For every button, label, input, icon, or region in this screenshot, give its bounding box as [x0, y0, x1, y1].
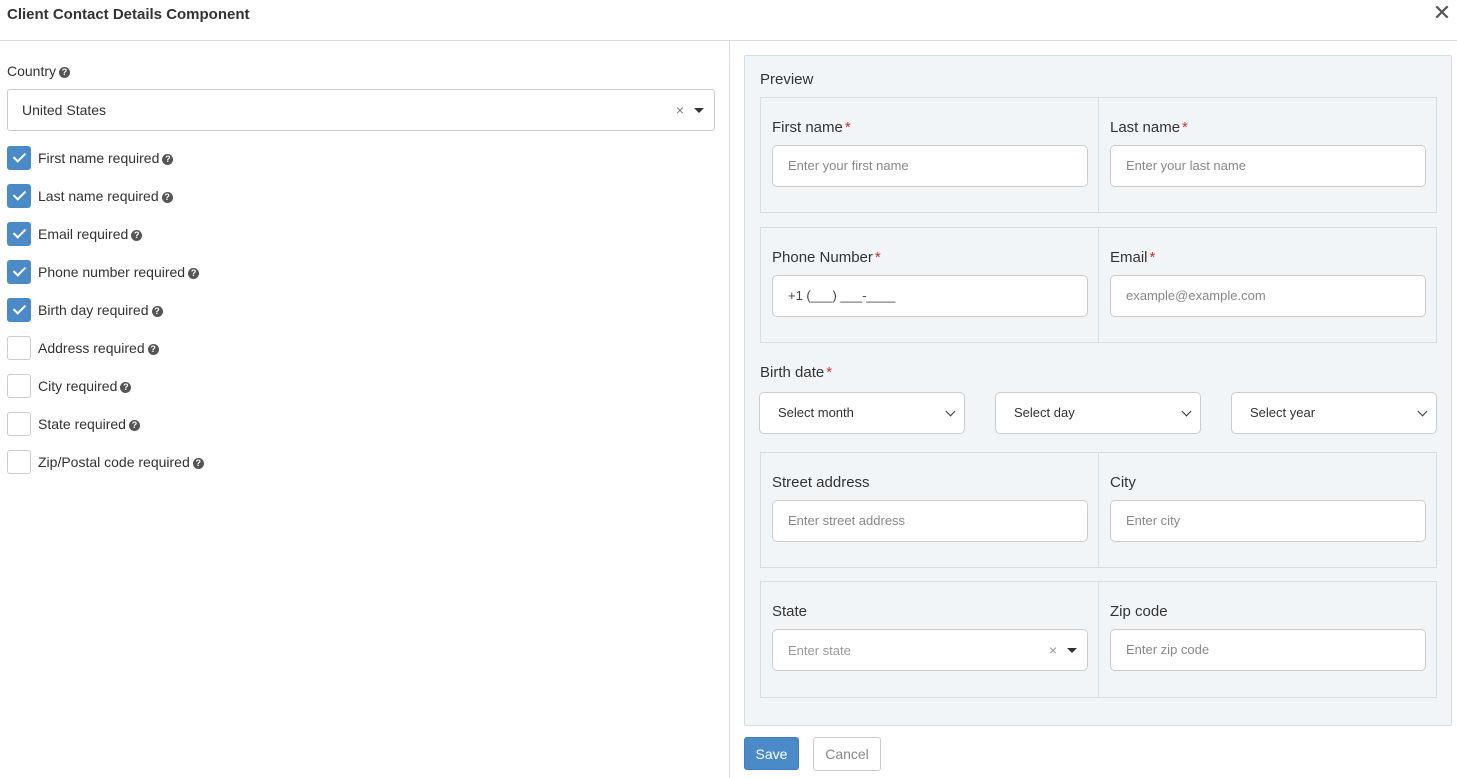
- country-label: Country?: [7, 63, 71, 79]
- street-input[interactable]: Enter street address: [772, 500, 1088, 542]
- first-name-cell: First name * Enter your first name: [760, 97, 1099, 213]
- help-icon[interactable]: ?: [59, 67, 71, 78]
- zip-input[interactable]: Enter zip code: [1110, 629, 1426, 671]
- modal-title: Client Contact Details Component: [7, 6, 250, 23]
- state-cell: State Enter state ×: [760, 581, 1099, 698]
- email-cell: Email * example@example.com: [1098, 227, 1437, 343]
- city-input[interactable]: Enter city: [1110, 500, 1426, 542]
- zip-cell: Zip code Enter zip code: [1098, 581, 1437, 698]
- street-cell: Street address Enter street address: [760, 452, 1099, 568]
- help-icon[interactable]: ?: [192, 458, 204, 469]
- close-icon[interactable]: ✕: [1431, 2, 1453, 24]
- checkbox[interactable]: [7, 374, 31, 398]
- phone-input[interactable]: +1 (___) ___-____: [772, 275, 1088, 317]
- checkbox[interactable]: [7, 412, 31, 436]
- option-label: Email required: [38, 226, 129, 242]
- city-cell: City Enter city: [1098, 452, 1437, 568]
- help-icon[interactable]: ?: [161, 192, 173, 203]
- help-icon[interactable]: ?: [120, 382, 132, 393]
- country-select[interactable]: United States ×: [7, 89, 715, 131]
- preview-title: Preview: [760, 71, 814, 88]
- first-name-input[interactable]: Enter your first name: [772, 145, 1088, 187]
- panel-divider: [729, 41, 730, 778]
- option-label: City required: [38, 378, 118, 394]
- last-name-label: Last name *: [1110, 119, 1188, 136]
- option-label: Phone number required: [38, 264, 186, 280]
- help-icon[interactable]: ?: [128, 420, 140, 431]
- cancel-button[interactable]: Cancel: [813, 737, 881, 771]
- zip-label: Zip code: [1110, 603, 1168, 620]
- help-icon[interactable]: ?: [162, 154, 174, 165]
- option-label: Address required: [38, 340, 145, 356]
- checkbox[interactable]: [7, 222, 31, 246]
- clear-icon[interactable]: ×: [1049, 642, 1057, 658]
- last-name-input[interactable]: Enter your last name: [1110, 145, 1426, 187]
- option-label: State required: [38, 416, 126, 432]
- caret-down-icon[interactable]: [1067, 648, 1077, 653]
- save-button[interactable]: Save: [744, 737, 799, 770]
- day-select[interactable]: Select day: [995, 392, 1201, 434]
- clear-icon[interactable]: ×: [676, 102, 684, 118]
- last-name-cell: Last name * Enter your last name: [1098, 97, 1437, 213]
- month-select[interactable]: Select month: [759, 392, 965, 434]
- chevron-down-icon: [1181, 406, 1192, 417]
- modal-header: Client Contact Details Component ✕: [0, 0, 1457, 41]
- city-label: City: [1110, 474, 1136, 491]
- help-icon[interactable]: ?: [147, 344, 159, 355]
- checkbox[interactable]: [7, 260, 31, 284]
- checkbox[interactable]: [7, 450, 31, 474]
- required-mark: *: [826, 364, 833, 381]
- phone-label: Phone Number *: [772, 249, 881, 266]
- phone-cell: Phone Number * +1 (___) ___-____: [760, 227, 1099, 343]
- checkbox[interactable]: [7, 184, 31, 208]
- email-input[interactable]: example@example.com: [1110, 275, 1426, 317]
- option-label: First name required: [38, 150, 160, 166]
- state-select[interactable]: Enter state ×: [772, 629, 1088, 671]
- checkbox[interactable]: [7, 336, 31, 360]
- help-icon[interactable]: ?: [188, 268, 200, 279]
- birth-date-label: Birth date *: [760, 364, 833, 381]
- required-mark: *: [1182, 119, 1188, 136]
- country-value: United States: [22, 102, 107, 118]
- state-label: State: [772, 603, 808, 620]
- required-mark: *: [1149, 249, 1156, 266]
- first-name-label: First name *: [772, 119, 851, 136]
- option-label: Last name required: [38, 188, 159, 204]
- settings-panel: Country? United States × First name requ…: [0, 41, 730, 778]
- option-label: Birth day required: [38, 302, 149, 318]
- chevron-down-icon: [1417, 406, 1428, 417]
- help-icon[interactable]: ?: [151, 306, 163, 317]
- required-mark: *: [844, 119, 851, 136]
- checkbox[interactable]: [7, 298, 31, 322]
- street-label: Street address: [772, 474, 870, 491]
- option-label: Zip/Postal code required: [38, 454, 190, 470]
- year-select[interactable]: Select year: [1231, 392, 1437, 434]
- required-mark: *: [874, 249, 881, 266]
- state-placeholder: Enter state: [788, 643, 851, 658]
- help-icon[interactable]: ?: [131, 230, 143, 241]
- caret-down-icon[interactable]: [694, 108, 704, 113]
- checkbox[interactable]: [7, 146, 31, 170]
- preview-panel: Preview First name * Enter your first nam…: [744, 55, 1452, 726]
- chevron-down-icon: [945, 406, 956, 417]
- email-label: Email *: [1110, 249, 1156, 266]
